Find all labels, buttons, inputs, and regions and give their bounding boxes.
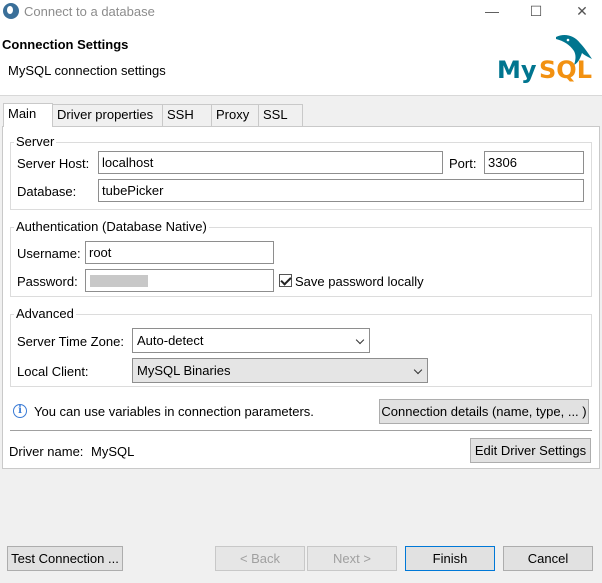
database-label: Database: <box>17 184 77 199</box>
divider <box>10 430 592 431</box>
svg-text:My: My <box>497 56 537 84</box>
local-client-value: MySQL Binaries <box>137 363 231 378</box>
server-group-legend: Server <box>14 134 57 149</box>
server-host-input[interactable]: localhost <box>98 151 443 174</box>
advanced-group-legend: Advanced <box>14 306 76 321</box>
mysql-logo: My SQL <box>494 29 598 89</box>
dialog-body: Main Driver properties SSH Proxy SSL Ser… <box>0 96 602 583</box>
tab-driver-properties[interactable]: Driver properties <box>52 104 163 126</box>
main-tab-panel: Server Server Host: localhost Port: 3306… <box>2 126 600 469</box>
driver-name-label: Driver name: <box>9 444 84 459</box>
edit-driver-settings-button[interactable]: Edit Driver Settings <box>470 438 591 463</box>
password-input[interactable] <box>85 269 274 292</box>
dialog-subtitle: MySQL connection settings <box>8 63 166 78</box>
window-title: Connect to a database <box>24 4 155 19</box>
tab-ssh[interactable]: SSH <box>162 104 212 126</box>
database-input[interactable]: tubePicker <box>98 179 584 202</box>
variables-info-text: You can use variables in connection para… <box>34 404 314 419</box>
close-icon[interactable]: ✕ <box>562 0 602 22</box>
server-group: Server Server Host: localhost Port: 3306… <box>10 134 592 210</box>
masked-password <box>90 275 148 287</box>
username-input[interactable]: root <box>85 241 274 264</box>
window-titlebar: Connect to a database — ☐ ✕ <box>0 0 602 24</box>
advanced-group: Advanced Server Time Zone: Auto-detect L… <box>10 306 592 387</box>
authentication-group: Authentication (Database Native) Usernam… <box>10 219 592 297</box>
chevron-down-icon <box>413 365 423 375</box>
save-password-checkbox[interactable] <box>279 274 292 287</box>
maximize-icon[interactable]: ☐ <box>516 0 556 22</box>
chevron-down-icon <box>355 335 365 345</box>
local-client-label: Local Client: <box>17 364 89 379</box>
tab-main[interactable]: Main <box>3 103 53 127</box>
local-client-select[interactable]: MySQL Binaries <box>132 358 428 383</box>
save-password-label: Save password locally <box>295 274 424 289</box>
connection-details-button[interactable]: Connection details (name, type, ... ) <box>379 399 589 424</box>
minimize-icon[interactable]: — <box>472 0 512 22</box>
svg-text:SQL: SQL <box>539 56 592 84</box>
authentication-group-legend: Authentication (Database Native) <box>14 219 209 234</box>
finish-button[interactable]: Finish <box>405 546 495 571</box>
dbeaver-app-icon <box>3 3 19 19</box>
test-connection-button[interactable]: Test Connection ... <box>7 546 123 571</box>
server-host-label: Server Host: <box>17 156 90 171</box>
tab-proxy[interactable]: Proxy <box>211 104 259 126</box>
password-label: Password: <box>17 274 78 289</box>
tab-ssl[interactable]: SSL <box>258 104 303 126</box>
cancel-button[interactable]: Cancel <box>503 546 593 571</box>
username-label: Username: <box>17 246 81 261</box>
server-time-zone-select[interactable]: Auto-detect <box>132 328 370 353</box>
next-button[interactable]: Next > <box>307 546 397 571</box>
server-time-zone-label: Server Time Zone: <box>17 334 124 349</box>
driver-name-value: MySQL <box>91 444 135 459</box>
server-time-zone-value: Auto-detect <box>137 333 204 348</box>
info-icon: i <box>13 404 27 418</box>
port-input[interactable]: 3306 <box>484 151 584 174</box>
dialog-title: Connection Settings <box>2 37 129 52</box>
port-label: Port: <box>449 156 477 171</box>
back-button[interactable]: < Back <box>215 546 305 571</box>
dialog-header: Connection Settings MySQL connection set… <box>0 24 602 96</box>
